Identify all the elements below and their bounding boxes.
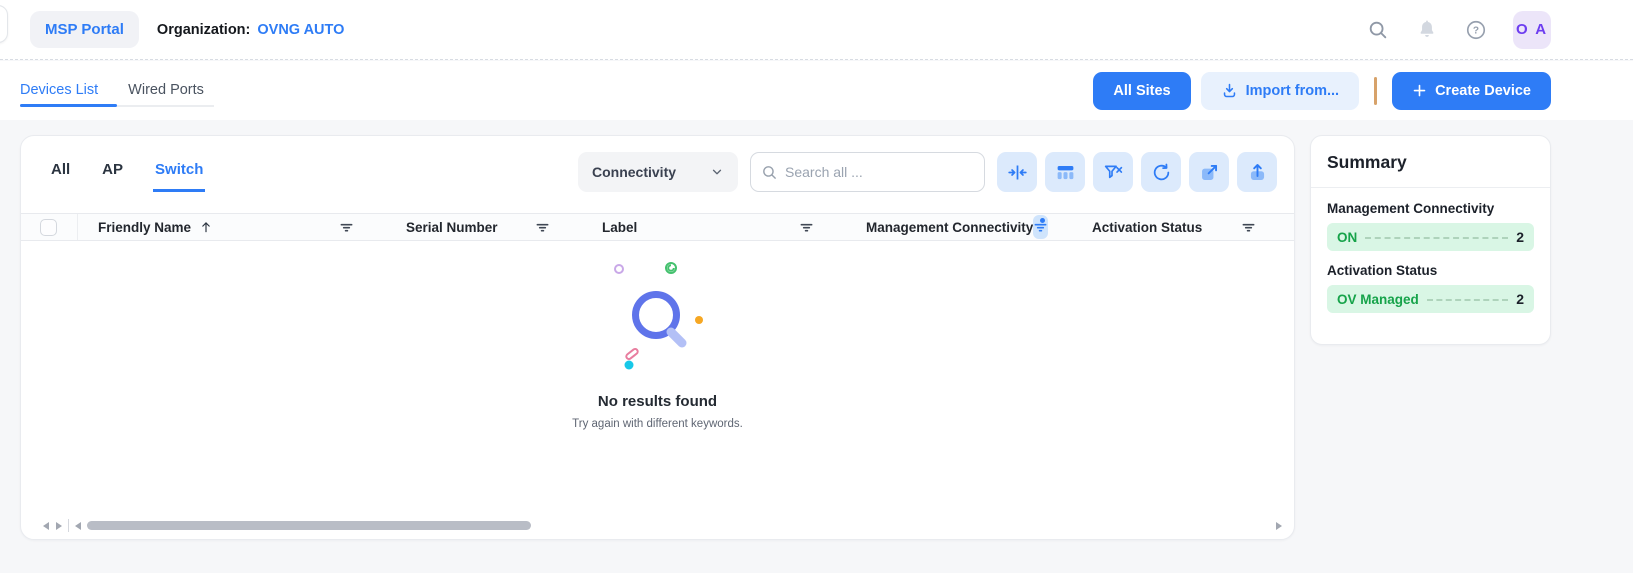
sort-ascending-icon[interactable] xyxy=(199,220,213,234)
summary-row-label: ON xyxy=(1337,230,1357,245)
actions-divider xyxy=(1374,77,1377,105)
help-icon[interactable]: ? xyxy=(1464,18,1488,42)
download-icon xyxy=(1221,82,1238,99)
msp-portal-button[interactable]: MSP Portal xyxy=(30,11,139,48)
manage-columns-button[interactable] xyxy=(1045,152,1085,192)
empty-state-subtitle: Try again with different keywords. xyxy=(572,418,743,430)
summary-title: Summary xyxy=(1327,152,1534,173)
page-right-icon[interactable] xyxy=(56,522,62,530)
filter-icon[interactable] xyxy=(535,220,550,235)
column-label: Label xyxy=(602,220,637,235)
dashed-leader xyxy=(1365,237,1508,239)
active-tab-indicator xyxy=(20,104,117,107)
dashed-leader xyxy=(1427,299,1508,301)
all-sites-button[interactable]: All Sites xyxy=(1093,72,1190,110)
create-device-label: Create Device xyxy=(1435,83,1531,99)
collapsed-sidebar-edge[interactable] xyxy=(0,5,8,43)
device-type-tabs: All AP Switch xyxy=(49,153,205,192)
summary-row-label: OV Managed xyxy=(1337,292,1419,307)
import-from-button[interactable]: Import from... xyxy=(1201,72,1359,110)
tab-switch[interactable]: Switch xyxy=(153,153,205,192)
msp-portal-screen: MSP Portal Organization: OVNG AUTO ? O A… xyxy=(0,0,1633,573)
scroll-right-icon[interactable] xyxy=(1276,522,1282,530)
search-input-icon xyxy=(761,164,778,181)
export-button[interactable] xyxy=(1237,152,1277,192)
connectivity-dropdown[interactable]: Connectivity xyxy=(578,152,738,192)
column-friendly-name[interactable]: Friendly Name xyxy=(78,220,386,235)
summary-row-ov-managed: OV Managed 2 xyxy=(1327,285,1534,313)
tab-devices-list[interactable]: Devices List xyxy=(20,82,98,100)
page-left-icon[interactable] xyxy=(43,522,49,530)
filter-active-icon[interactable] xyxy=(1033,215,1048,239)
select-all-cell xyxy=(21,214,78,240)
empty-state-title: No results found xyxy=(598,393,717,410)
filter-icon[interactable] xyxy=(1241,220,1256,235)
devices-card: All AP Switch Connectivity xyxy=(20,135,1295,540)
scrollbar-track[interactable] xyxy=(87,521,1270,531)
clear-filters-button[interactable] xyxy=(1093,152,1133,192)
all-sites-label: All Sites xyxy=(1113,83,1170,99)
column-label: Management Connectivity xyxy=(866,220,1033,235)
top-bar: MSP Portal Organization: OVNG AUTO ? O A xyxy=(0,0,1633,60)
organization-name-link[interactable]: OVNG AUTO xyxy=(257,22,344,38)
summary-section-heading: Management Connectivity xyxy=(1327,201,1534,216)
page-nav-bar: Devices List Wired Ports All Sites Impor… xyxy=(0,61,1633,120)
column-label: Activation Status xyxy=(1092,220,1202,235)
column-serial-number[interactable]: Serial Number xyxy=(386,220,582,235)
search-input[interactable] xyxy=(785,164,974,180)
summary-row-on: ON 2 xyxy=(1327,223,1534,251)
table-header: Friendly Name Serial Number Label xyxy=(21,213,1294,241)
page-tabs: Devices List Wired Ports xyxy=(20,61,204,120)
create-device-button[interactable]: Create Device xyxy=(1392,72,1551,110)
column-activation-status[interactable]: Activation Status xyxy=(1072,220,1294,235)
plus-icon xyxy=(1412,83,1427,98)
summary-divider xyxy=(1311,187,1550,188)
scrollbar-separator xyxy=(68,519,69,532)
scroll-left-icon[interactable] xyxy=(75,522,81,530)
column-label: Friendly Name xyxy=(98,220,191,235)
connectivity-dropdown-value: Connectivity xyxy=(592,164,676,180)
import-from-label: Import from... xyxy=(1246,83,1339,99)
organization-label: Organization: xyxy=(157,22,250,38)
topbar-actions: ? O A xyxy=(1366,11,1551,49)
filter-icon[interactable] xyxy=(339,220,354,235)
refresh-button[interactable] xyxy=(1141,152,1181,192)
tab-ap[interactable]: AP xyxy=(100,153,125,192)
user-avatar[interactable]: O A xyxy=(1513,11,1551,49)
empty-state: No results found Try again with differen… xyxy=(21,253,1294,430)
summary-row-value: 2 xyxy=(1516,229,1524,245)
filter-icon[interactable] xyxy=(799,220,814,235)
horizontal-scrollbar xyxy=(33,519,1282,532)
search-box xyxy=(750,152,985,192)
no-results-illustration xyxy=(583,253,733,385)
select-all-checkbox[interactable] xyxy=(40,219,57,236)
summary-card: Summary Management Connectivity ON 2 Act… xyxy=(1310,135,1551,345)
pager-arrows xyxy=(33,522,68,530)
summary-section-heading: Activation Status xyxy=(1327,263,1534,278)
scrollbar-thumb[interactable] xyxy=(87,521,531,530)
column-label: Serial Number xyxy=(406,220,498,235)
table-action-buttons xyxy=(997,152,1277,192)
column-management-connectivity[interactable]: Management Connectivity xyxy=(846,215,1072,239)
collapse-columns-button[interactable] xyxy=(997,152,1037,192)
expand-button[interactable] xyxy=(1189,152,1229,192)
nav-actions: All Sites Import from... Create Device xyxy=(1093,72,1551,110)
tab-all[interactable]: All xyxy=(49,153,72,192)
summary-row-value: 2 xyxy=(1516,291,1524,307)
toolbar-controls: Connectivity xyxy=(578,152,1277,192)
bell-icon[interactable] xyxy=(1415,18,1439,42)
column-label[interactable]: Label xyxy=(582,220,846,235)
devices-toolbar: All AP Switch Connectivity xyxy=(21,136,1294,192)
chevron-down-icon xyxy=(710,165,724,179)
svg-text:?: ? xyxy=(1473,25,1479,36)
search-icon[interactable] xyxy=(1366,18,1390,42)
tab-wired-ports[interactable]: Wired Ports xyxy=(128,82,204,100)
